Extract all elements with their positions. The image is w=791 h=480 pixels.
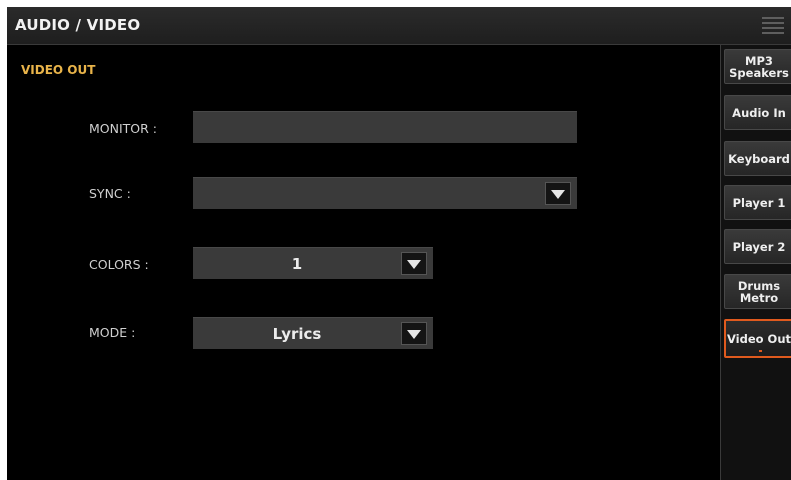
mode-label: MODE : [89,325,136,340]
sync-label: SYNC : [89,186,131,201]
tab-video-out-label: Video Out [726,331,791,346]
sidebar-tabs: MP3 Speakers Audio In Keyboard Player 1 P… [720,45,791,480]
tab-keyboard[interactable]: Keyboard [724,141,791,176]
chevron-down-icon[interactable] [545,182,571,205]
tab-player-1[interactable]: Player 1 [724,185,791,220]
tab-mp3-speakers[interactable]: MP3 Speakers [724,49,791,84]
colors-label: COLORS : [89,257,149,272]
colors-dropdown[interactable]: 1 [193,247,433,279]
tab-audio-in[interactable]: Audio In [724,95,791,130]
mode-value: Lyrics [272,325,322,343]
mode-dropdown[interactable]: Lyrics [193,317,433,349]
colors-value: 1 [291,255,303,273]
title-bar: AUDIO / VIDEO [7,7,791,45]
tab-drums-metro[interactable]: Drums Metro [724,274,791,309]
screen: AUDIO / VIDEO VIDEO OUT MONITOR : SYNC :… [7,7,791,480]
tab-video-out[interactable]: Video Out [724,319,791,358]
chevron-down-icon[interactable] [401,252,427,275]
monitor-field[interactable] [193,111,577,143]
sync-dropdown[interactable] [193,177,577,209]
section-title: VIDEO OUT [21,63,96,77]
hamburger-menu-icon[interactable] [762,17,784,35]
chevron-down-icon[interactable] [401,322,427,345]
active-indicator [759,350,762,352]
monitor-label: MONITOR : [89,121,158,136]
tab-player-2[interactable]: Player 2 [724,229,791,264]
page-title: AUDIO / VIDEO [15,16,141,34]
